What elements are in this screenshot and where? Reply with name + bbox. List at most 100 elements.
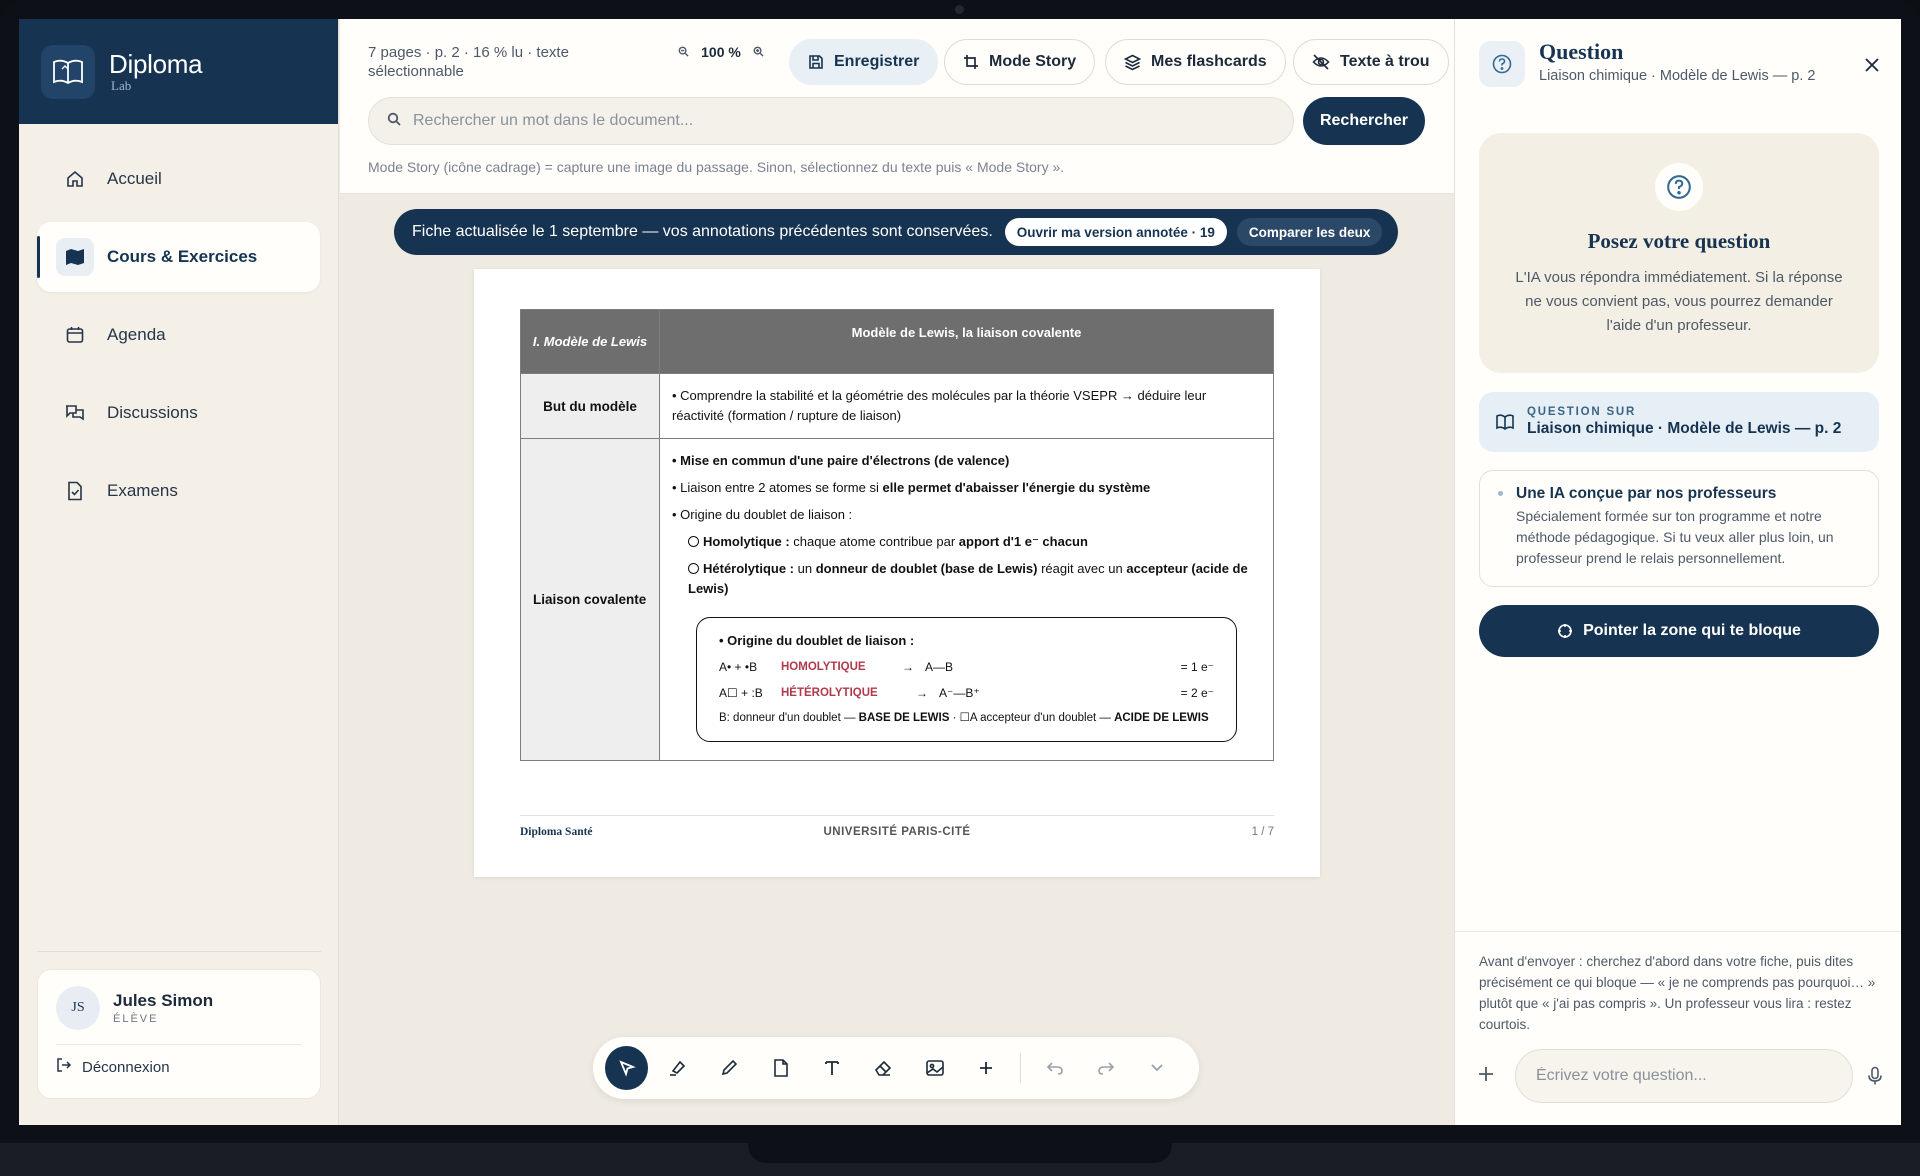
context-value: Liaison chimique · Modèle de Lewis — p. …	[1527, 420, 1842, 437]
sidebar-item-agenda[interactable]: Agenda	[37, 300, 320, 370]
page-footer: Diploma Santé UNIVERSITÉ PARIS-CITÉ 1 / …	[520, 815, 1274, 838]
avatar[interactable]: JS	[56, 986, 100, 1030]
sending-advice: Avant d'envoyer : cherchez d'abord dans …	[1479, 954, 1876, 1032]
document-page: I. Modèle de Lewis Modèle de Lewis, la l…	[474, 269, 1320, 877]
eq-right: A—B	[925, 660, 954, 674]
box-title: • Origine du doublet de liaison :	[719, 633, 915, 648]
search-input[interactable]	[413, 112, 1273, 130]
divider	[56, 1044, 302, 1045]
more-tools-button[interactable]	[1136, 1046, 1179, 1090]
sidebar-item-examens[interactable]: Examens	[37, 456, 320, 526]
laptop-notch	[748, 1143, 1172, 1163]
homolytic-bold: apport d'1 e⁻ chacun	[958, 534, 1088, 549]
sidebar-item-label: Cours & Exercices	[107, 247, 258, 266]
image-tool-button[interactable]	[913, 1046, 956, 1090]
box-note-text: B: donneur d'un doublet —	[719, 712, 859, 724]
bullet-2-bold: elle permet d'abaisser l'énergie du syst…	[882, 480, 1151, 495]
context-label: QUESTION SUR	[1527, 406, 1637, 418]
sidebar-item-label: Discussions	[107, 403, 198, 422]
plus-icon	[980, 1062, 993, 1074]
sidebar-item-discussions[interactable]: Discussions	[37, 378, 320, 448]
add-tool-button[interactable]	[965, 1046, 1008, 1090]
layers-icon	[1124, 54, 1141, 71]
laptop-frame: Diploma Lab Accueil Cours & Exercices Ag…	[0, 0, 1920, 1176]
pen-tool-button[interactable]	[708, 1046, 751, 1090]
ask-title: Posez votre question	[1587, 229, 1771, 253]
image-icon	[926, 1060, 944, 1076]
search-button[interactable]: Rechercher	[1303, 97, 1425, 145]
row-label-covalent: Liaison covalente	[520, 438, 660, 761]
help-circle-icon	[1655, 163, 1703, 211]
page-icon	[773, 1059, 788, 1077]
microphone-icon[interactable]	[1867, 1066, 1883, 1086]
zoom-out-icon[interactable]	[678, 46, 689, 60]
user-card: JS Jules Simon ÉLÈVE Déconnexion	[37, 969, 321, 1099]
story-mode-button[interactable]: Mode Story	[944, 39, 1096, 85]
sidebar-item-label: Accueil	[107, 169, 162, 188]
home-icon	[63, 167, 87, 191]
zoom-in-icon[interactable]	[753, 46, 764, 60]
logout-button[interactable]: Déconnexion	[56, 1057, 302, 1077]
homolytic-term: Homolytique :	[703, 534, 790, 549]
circle-bullet-icon	[688, 563, 699, 574]
logout-icon	[56, 1057, 72, 1077]
main-area: 7 pages · p. 2 · 16 % lu · texte sélecti…	[340, 19, 1454, 1125]
document-search	[368, 97, 1294, 145]
sidebar-item-label: Examens	[107, 481, 178, 500]
note-tool-button[interactable]	[759, 1046, 802, 1090]
doublet-origin-box: • Origine du doublet de liaison : A• + •…	[696, 617, 1237, 742]
brand[interactable]: Diploma Lab	[19, 19, 338, 124]
text-tool-button[interactable]	[810, 1046, 853, 1090]
question-composer	[1455, 1047, 1901, 1105]
zoom-control: 100 %	[670, 44, 772, 61]
box-note-text-2: · ☐A accepteur d'un doublet —	[949, 712, 1115, 724]
save-button[interactable]: Enregistrer	[789, 39, 939, 85]
ai-info-text: Spécialement formée sur ton programme et…	[1516, 508, 1834, 566]
eraser-tool-button[interactable]	[862, 1046, 905, 1090]
chat-icon	[63, 401, 87, 425]
question-context: QUESTION SUR Liaison chimique · Modèle d…	[1479, 392, 1879, 452]
equation-homolytic: A• + •B HOMOLYTIQUE → A—B = 1 e⁻	[719, 658, 1214, 676]
eq-right: A⁻—B⁺	[939, 686, 980, 700]
sidebar-nav: Accueil Cours & Exercices Agenda Discuss…	[19, 124, 338, 554]
highlighter-tool-button[interactable]	[656, 1046, 699, 1090]
redo-icon	[1098, 1062, 1115, 1075]
eq-kind: HOMOLYTIQUE	[781, 661, 866, 673]
flashcards-button[interactable]: Mes flashcards	[1105, 39, 1286, 85]
compare-button[interactable]: Comparer les deux	[1236, 218, 1383, 246]
sidebar-item-label: Agenda	[107, 325, 166, 344]
highlighter-icon	[670, 1060, 686, 1076]
open-annotated-button[interactable]: Ouvrir ma version annotée · 19	[1004, 218, 1227, 246]
add-attachment-icon[interactable]	[1477, 1062, 1503, 1090]
target-icon	[1557, 623, 1573, 639]
undo-button[interactable]	[1033, 1046, 1076, 1090]
footer-page-number: 1 / 7	[1251, 826, 1274, 838]
ai-info-card: Une IA conçue par nos professeurs Spécia…	[1479, 470, 1879, 587]
sidebar-item-accueil[interactable]: Accueil	[37, 144, 320, 214]
equation-heterolytic: A☐ + :B HÉTÉROLYTIQUE → A⁻—B⁺ = 2 e⁻	[719, 684, 1214, 702]
select-tool-button[interactable]	[605, 1046, 649, 1090]
table-header-title: Modèle de Lewis, la liaison covalente	[659, 309, 1274, 374]
row-text-goal: • Comprendre la stabilité et la géométri…	[659, 373, 1274, 439]
book-logo-icon	[41, 44, 95, 99]
open-book-icon	[1495, 413, 1515, 431]
hide-text-button[interactable]: Texte à trou	[1293, 39, 1449, 85]
eye-off-icon	[1312, 54, 1330, 70]
eq-left: A• + •B	[719, 660, 758, 674]
bullet-2-text: • Liaison entre 2 atomes se forme si	[672, 480, 883, 495]
document-topbar: 7 pages · p. 2 · 16 % lu · texte sélecti…	[340, 19, 1454, 194]
story-mode-hint: Mode Story (icône cadrage) = capture une…	[368, 159, 1065, 175]
question-input[interactable]	[1515, 1049, 1853, 1103]
close-icon[interactable]	[1864, 53, 1880, 79]
app-screen: Diploma Lab Accueil Cours & Exercices Ag…	[19, 19, 1901, 1125]
logout-label: Déconnexion	[82, 1058, 170, 1076]
bullet-3: • Origine du doublet de liaison :	[672, 507, 853, 522]
eraser-icon	[875, 1060, 892, 1076]
calendar-icon	[63, 323, 87, 347]
ai-info-title: Une IA conçue par nos professeurs	[1516, 485, 1777, 502]
panel-subtitle: Liaison chimique · Modèle de Lewis — p. …	[1539, 68, 1816, 84]
point-zone-button[interactable]: Pointer la zone qui te bloque	[1479, 605, 1879, 657]
sidebar-item-cours-exercices[interactable]: Cours & Exercices	[37, 222, 320, 292]
heterolytic-term: Hétérolytique :	[703, 561, 795, 576]
redo-button[interactable]	[1084, 1046, 1127, 1090]
